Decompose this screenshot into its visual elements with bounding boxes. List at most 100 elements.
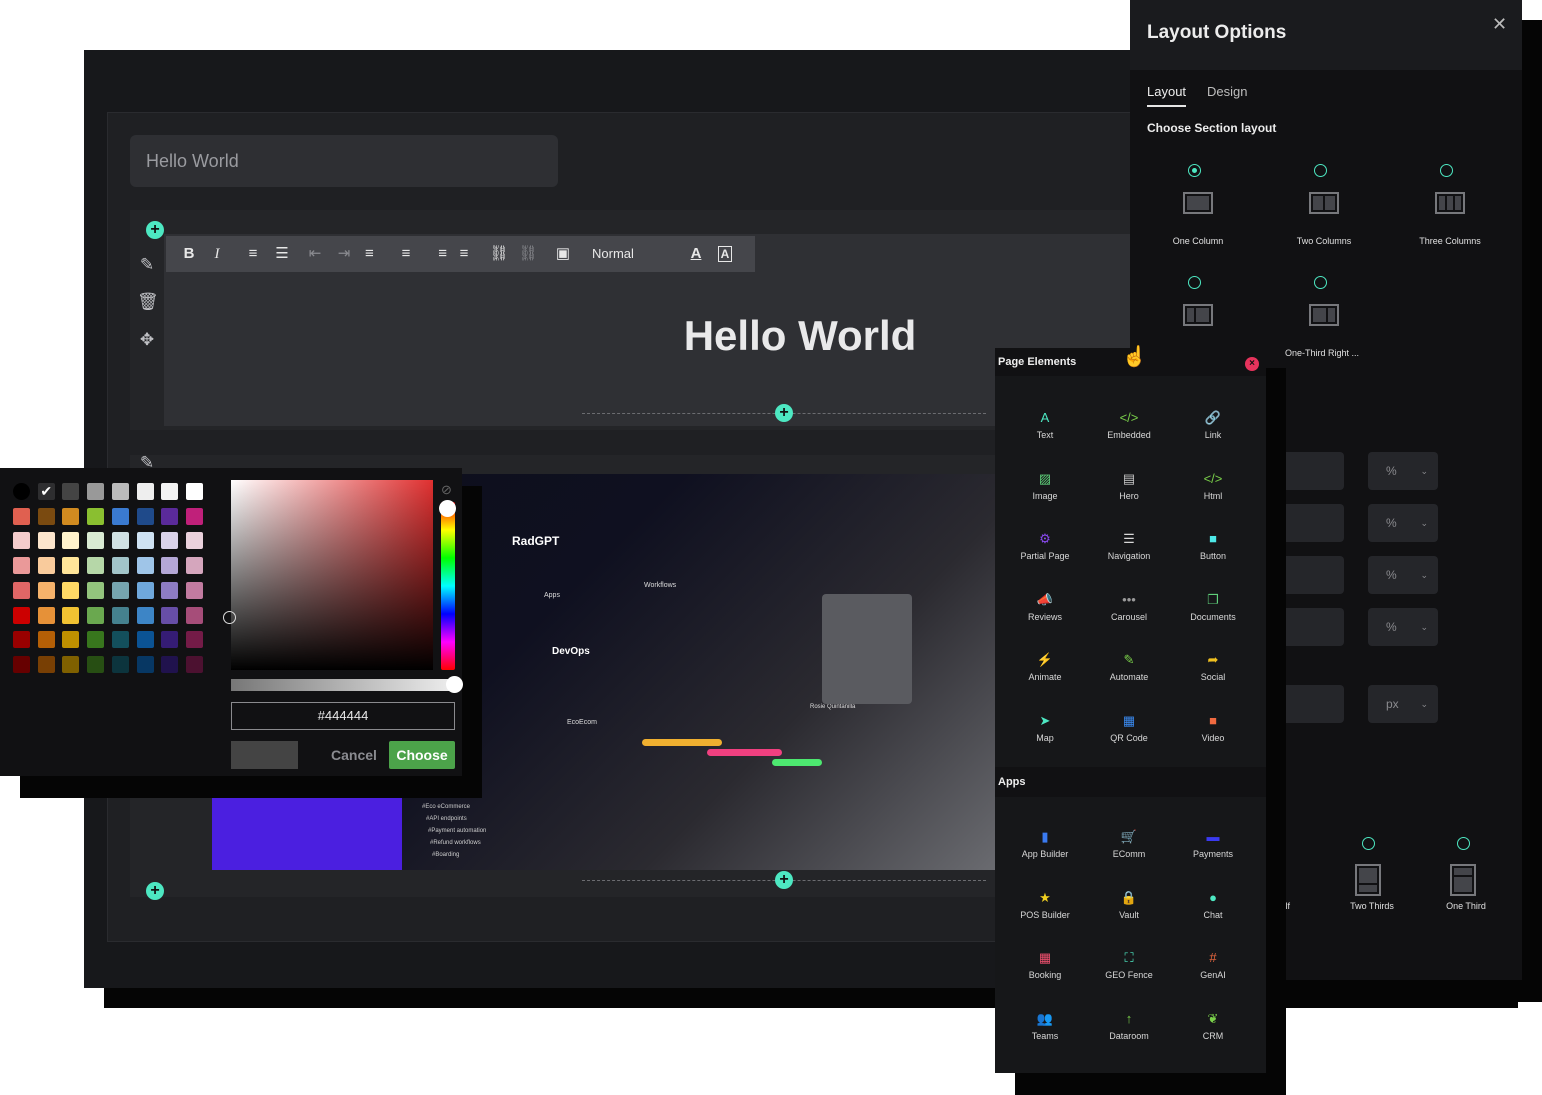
- hue-handle[interactable]: [439, 500, 456, 517]
- image-button[interactable]: ▣: [551, 236, 575, 272]
- color-swatch[interactable]: [13, 631, 30, 649]
- alpha-handle[interactable]: [446, 676, 463, 693]
- element-ecomm[interactable]: 🛒 EComm: [1087, 829, 1171, 859]
- element-qr-code[interactable]: ▦ QR Code: [1087, 713, 1171, 743]
- one-third-icon[interactable]: [1450, 864, 1476, 896]
- color-swatch[interactable]: [37, 532, 55, 550]
- color-swatch[interactable]: [62, 655, 80, 673]
- element-text[interactable]: A Text: [1003, 410, 1087, 440]
- radio-one-third-right[interactable]: [1314, 276, 1327, 289]
- unit-select[interactable]: % ⌄: [1368, 608, 1438, 646]
- element-link[interactable]: 🔗 Link: [1171, 410, 1255, 440]
- radio-two-thirds[interactable]: [1362, 837, 1375, 850]
- element-automate[interactable]: ✎ Automate: [1087, 652, 1171, 682]
- color-swatch[interactable]: [161, 483, 179, 500]
- cancel-button[interactable]: Cancel: [326, 741, 382, 769]
- radio-one-third-left[interactable]: [1188, 276, 1201, 289]
- unit-select[interactable]: % ⌄: [1368, 452, 1438, 490]
- color-swatch[interactable]: [87, 581, 105, 599]
- element-genai[interactable]: # GenAI: [1171, 950, 1255, 980]
- color-swatch[interactable]: [111, 606, 129, 624]
- color-swatch[interactable]: [111, 483, 129, 500]
- color-swatch[interactable]: [13, 532, 30, 550]
- three-columns-icon[interactable]: [1435, 192, 1465, 214]
- indent-button[interactable]: ⇥: [332, 236, 356, 272]
- align-center-button[interactable]: ≡: [394, 236, 418, 272]
- one-column-icon[interactable]: [1183, 192, 1213, 214]
- radio-one-column[interactable]: [1188, 164, 1201, 177]
- color-swatch[interactable]: [87, 507, 105, 525]
- color-swatch[interactable]: [136, 606, 154, 624]
- color-swatch[interactable]: [62, 557, 80, 575]
- radio-three-columns[interactable]: [1440, 164, 1453, 177]
- element-navigation[interactable]: ☰ Navigation: [1087, 531, 1171, 561]
- element-html[interactable]: </> Html: [1171, 471, 1255, 501]
- color-swatch[interactable]: [87, 631, 105, 649]
- color-swatch[interactable]: [13, 483, 30, 500]
- color-swatch[interactable]: [87, 655, 105, 673]
- tab-layout[interactable]: Layout: [1147, 84, 1187, 107]
- element-carousel[interactable]: ••• Carousel: [1087, 592, 1171, 622]
- element-image[interactable]: ▨ Image: [1003, 471, 1087, 501]
- align-left-button[interactable]: ≡: [365, 236, 389, 272]
- color-swatch[interactable]: [136, 581, 154, 599]
- add-block-icon[interactable]: +: [775, 404, 793, 422]
- color-swatch[interactable]: [62, 483, 80, 500]
- unit-select[interactable]: px ⌄: [1368, 685, 1438, 723]
- color-swatch[interactable]: [13, 507, 30, 525]
- color-swatch[interactable]: [136, 557, 154, 575]
- element-booking[interactable]: ▦ Booking: [1003, 950, 1087, 980]
- page-title-input[interactable]: Hello World: [130, 135, 558, 187]
- element-hero[interactable]: ▤ Hero: [1087, 471, 1171, 501]
- heading-text[interactable]: Hello World: [600, 312, 1000, 360]
- color-swatch[interactable]: [13, 655, 30, 673]
- color-swatch[interactable]: [37, 655, 55, 673]
- element-partial-page[interactable]: ⚙ Partial Page: [1003, 531, 1087, 561]
- color-swatch[interactable]: [87, 532, 105, 550]
- color-swatch[interactable]: [161, 606, 179, 624]
- color-swatch[interactable]: [161, 557, 179, 575]
- color-swatch[interactable]: [161, 655, 179, 673]
- unlink-button[interactable]: ⛓: [516, 236, 540, 272]
- one-third-left-icon[interactable]: [1183, 304, 1213, 326]
- element-payments[interactable]: ▬ Payments: [1171, 829, 1255, 859]
- color-swatch[interactable]: [136, 655, 154, 673]
- color-swatch[interactable]: [136, 631, 154, 649]
- text-color-button[interactable]: A: [684, 236, 708, 272]
- color-swatch[interactable]: [185, 483, 203, 500]
- no-color-icon[interactable]: ⊘: [441, 482, 452, 498]
- color-swatch[interactable]: [13, 581, 30, 599]
- element-video[interactable]: ■ Video: [1171, 713, 1255, 743]
- color-swatch[interactable]: [37, 631, 55, 649]
- color-swatch[interactable]: [37, 557, 55, 575]
- color-swatch[interactable]: [136, 483, 154, 500]
- color-swatch[interactable]: [111, 557, 129, 575]
- color-swatch[interactable]: [111, 655, 129, 673]
- trash-icon[interactable]: 🗑: [137, 292, 159, 312]
- move-icon[interactable]: ✥: [137, 330, 157, 350]
- outdent-button[interactable]: ⇤: [303, 236, 327, 272]
- color-swatch[interactable]: [37, 606, 55, 624]
- sv-handle[interactable]: [223, 611, 236, 624]
- element-crm[interactable]: ❦ CRM: [1171, 1011, 1255, 1041]
- justify-button[interactable]: ≡: [452, 236, 476, 272]
- bullet-list-button[interactable]: ☰: [270, 236, 294, 272]
- color-swatch[interactable]: [185, 507, 203, 525]
- color-swatch[interactable]: [62, 631, 80, 649]
- color-swatch[interactable]: [185, 557, 203, 575]
- color-swatch[interactable]: [136, 507, 154, 525]
- element-geo-fence[interactable]: ⛶ GEO Fence: [1087, 950, 1171, 980]
- format-select[interactable]: Normal: [592, 236, 672, 272]
- color-swatch[interactable]: [111, 631, 129, 649]
- element-app-builder[interactable]: ▮ App Builder: [1003, 829, 1087, 859]
- color-swatch[interactable]: [37, 581, 55, 599]
- bold-button[interactable]: B: [177, 236, 201, 272]
- two-columns-icon[interactable]: [1309, 192, 1339, 214]
- element-vault[interactable]: 🔒 Vault: [1087, 890, 1171, 920]
- color-swatch[interactable]: [136, 532, 154, 550]
- radio-two-columns[interactable]: [1314, 164, 1327, 177]
- element-map[interactable]: ➤ Map: [1003, 713, 1087, 743]
- tab-design[interactable]: Design: [1207, 84, 1247, 99]
- saturation-value-area[interactable]: [231, 480, 433, 670]
- color-swatch[interactable]: [161, 532, 179, 550]
